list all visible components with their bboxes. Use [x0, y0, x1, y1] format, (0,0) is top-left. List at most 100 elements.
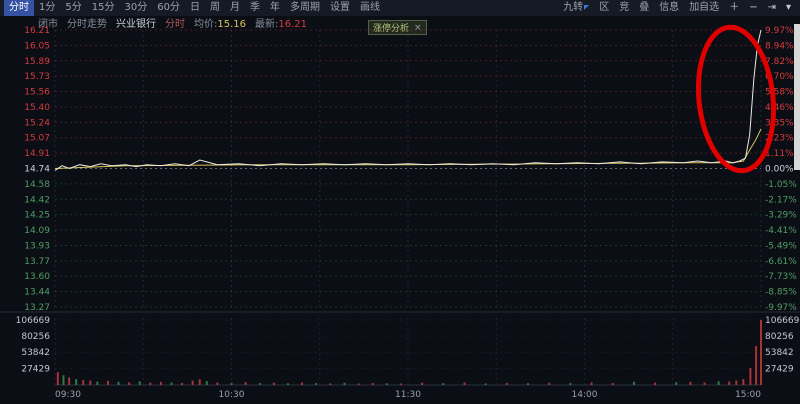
- volume-bar: [654, 383, 656, 385]
- percent-tick-label: -6.61%: [765, 257, 797, 267]
- volume-bar: [199, 379, 201, 385]
- volume-bar: [287, 383, 289, 385]
- volume-bar: [755, 346, 757, 385]
- volume-bar: [421, 383, 423, 385]
- volume-bar: [372, 383, 374, 385]
- volume-tick-label: 53842: [765, 348, 794, 358]
- percent-tick-label: 8.94%: [765, 41, 794, 51]
- volume-bar: [170, 383, 172, 385]
- price-tick-label: 13.60: [24, 272, 50, 282]
- price-tick-label: 13.44: [24, 288, 50, 298]
- volume-bar: [160, 382, 162, 385]
- intraday-chart[interactable]: 16.219.97%16.058.94%15.897.82%15.736.70%…: [0, 0, 800, 404]
- volume-tick-label: 27429: [21, 364, 50, 374]
- volume-bar: [718, 381, 720, 385]
- volume-bar: [386, 383, 388, 385]
- volume-bar: [231, 383, 233, 385]
- price-tick-label: 14.74: [24, 165, 50, 175]
- percent-tick-label: -7.73%: [765, 272, 797, 282]
- volume-bar: [57, 372, 59, 385]
- time-tick-label: 11:30: [395, 390, 421, 400]
- price-tick-label: 14.09: [24, 226, 50, 236]
- volume-bar: [675, 382, 677, 385]
- price-tick-label: 13.93: [24, 241, 50, 251]
- percent-tick-label: 4.46%: [765, 103, 794, 113]
- percent-tick-label: 1.11%: [765, 149, 794, 159]
- percent-tick-label: 0.00%: [765, 165, 794, 175]
- percent-tick-label: 7.82%: [765, 57, 794, 67]
- volume-bar: [192, 381, 194, 385]
- percent-tick-label: 2.23%: [765, 134, 794, 144]
- volume-bar: [89, 380, 91, 385]
- volume-bar: [107, 381, 109, 385]
- percent-tick-label: -5.49%: [765, 241, 797, 251]
- window-edge: [794, 24, 800, 170]
- volume-bar: [96, 382, 98, 385]
- volume-bar: [206, 381, 208, 385]
- volume-tick-label: 80256: [21, 332, 50, 342]
- price-tick-label: 14.91: [24, 149, 50, 159]
- volume-bar: [259, 383, 261, 385]
- percent-tick-label: -8.85%: [765, 288, 797, 298]
- price-tick-label: 16.05: [24, 41, 50, 51]
- volume-bar: [128, 382, 130, 385]
- volume-bar: [749, 368, 751, 385]
- volume-bar: [400, 384, 402, 385]
- volume-bar: [506, 383, 508, 385]
- time-tick-label: 15:00: [735, 390, 761, 400]
- volume-bar: [181, 383, 183, 385]
- price-tick-label: 15.73: [24, 72, 50, 82]
- price-tick-label: 15.56: [24, 88, 50, 98]
- volume-bar: [139, 381, 141, 385]
- volume-bar: [704, 383, 706, 385]
- price-tick-label: 15.40: [24, 103, 50, 113]
- percent-tick-label: -4.41%: [765, 226, 797, 236]
- price-tick-label: 13.77: [24, 257, 50, 267]
- percent-tick-label: 3.35%: [765, 118, 794, 128]
- volume-bar: [329, 383, 331, 385]
- price-tick-label: 14.42: [24, 195, 50, 205]
- volume-bar: [689, 382, 691, 385]
- volume-bar: [463, 383, 465, 385]
- percent-tick-label: 5.58%: [765, 88, 794, 98]
- percent-tick-label: -2.17%: [765, 195, 797, 205]
- volume-bar: [245, 382, 247, 385]
- price-tick-label: 14.25: [24, 211, 50, 221]
- time-tick-label: 09:30: [55, 390, 81, 400]
- volume-bar: [68, 377, 70, 385]
- volume-bar: [485, 383, 487, 385]
- volume-bar: [728, 381, 730, 385]
- volume-bar: [118, 382, 120, 385]
- volume-bar: [548, 383, 550, 385]
- volume-tick-label: 53842: [21, 348, 50, 358]
- volume-bar: [82, 380, 84, 385]
- volume-bar: [569, 383, 571, 385]
- volume-tick-label: 27429: [765, 364, 794, 374]
- volume-bar: [301, 382, 303, 385]
- volume-bar: [273, 383, 275, 385]
- percent-tick-label: 6.70%: [765, 72, 794, 82]
- volume-bar: [62, 375, 64, 385]
- time-tick-label: 14:00: [572, 390, 598, 400]
- volume-tick-label: 106669: [765, 316, 800, 326]
- time-tick-label: 10:30: [219, 390, 245, 400]
- volume-bar: [442, 383, 444, 385]
- volume-bar: [149, 383, 151, 385]
- volume-bar: [612, 383, 614, 385]
- volume-bar: [75, 379, 77, 385]
- volume-bar: [633, 382, 635, 385]
- volume-bar: [315, 383, 317, 385]
- volume-bar: [760, 320, 762, 385]
- volume-bar: [735, 380, 737, 385]
- percent-tick-label: -3.29%: [765, 211, 797, 221]
- volume-bar: [591, 382, 593, 385]
- volume-bar: [358, 383, 360, 385]
- price-tick-label: 14.58: [24, 180, 50, 190]
- volume-tick-label: 80256: [765, 332, 794, 342]
- volume-bar: [216, 382, 218, 385]
- price-tick-label: 16.21: [24, 26, 50, 36]
- volume-tick-label: 106669: [16, 316, 51, 326]
- percent-tick-label: -1.05%: [765, 180, 797, 190]
- price-tick-label: 15.07: [24, 134, 50, 144]
- price-tick-label: 15.24: [24, 118, 50, 128]
